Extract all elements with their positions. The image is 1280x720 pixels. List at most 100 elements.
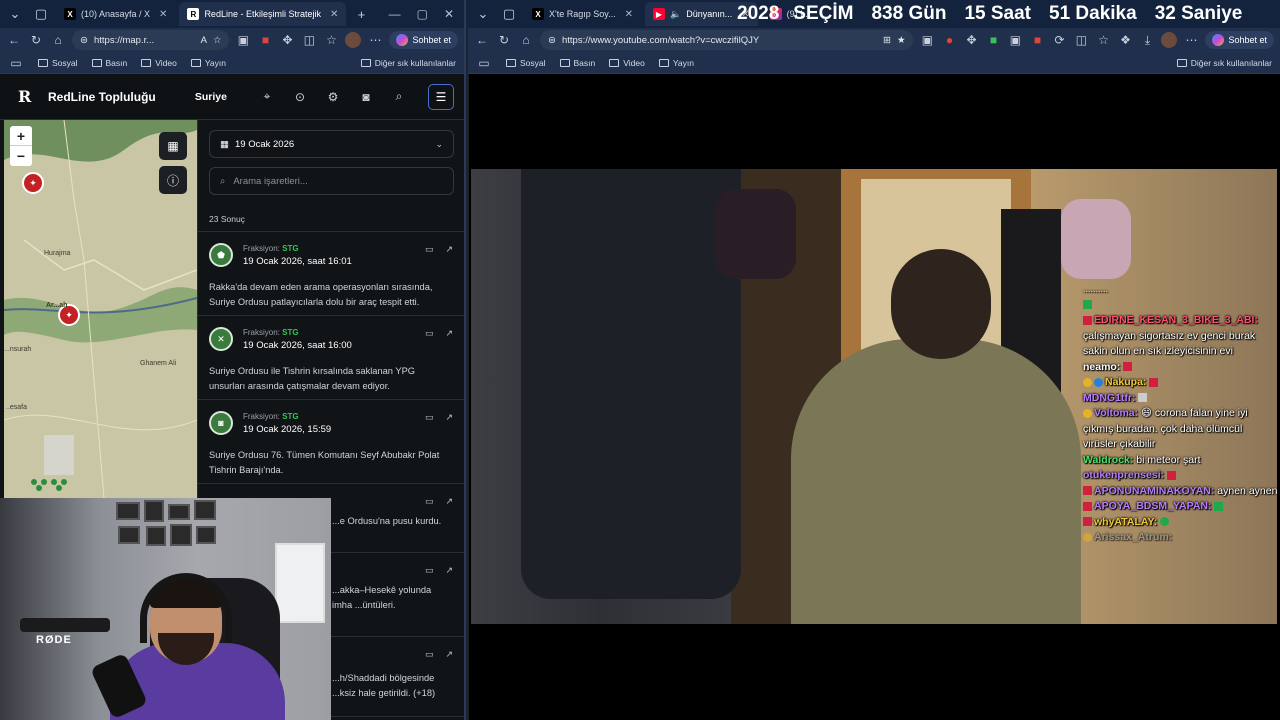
split-screen-icon[interactable]: ◫ [301,33,317,47]
close-tab-icon[interactable]: ✕ [330,9,338,20]
event-item[interactable]: ◙ Fraksiyon: STG 19 Ocak 2026, 15:59 ▭ ↗ … [198,400,464,484]
external-link-icon[interactable]: ↗ [445,496,453,507]
bookmark-sosyal[interactable]: Sosyal [506,58,546,68]
tab-list-icon[interactable]: ⌄ [4,6,26,22]
tab-list-icon[interactable]: ⌄ [472,6,494,22]
more-icon[interactable]: ⋯ [367,33,383,47]
tab-x-ragip[interactable]: X X'te Ragıp Soy... ✕ [524,2,641,26]
maximize-icon[interactable]: ▢ [417,7,428,21]
sidebar-toggle-icon[interactable]: ▭ [476,56,492,70]
map-layers-button[interactable]: ▦ [159,132,187,160]
bookmark-basin[interactable]: Basın [91,58,127,68]
close-tab-icon[interactable]: ✕ [159,9,167,20]
settings-gear-icon[interactable]: ⚙ [322,90,344,104]
extension-icon[interactable]: ▣ [919,33,935,47]
extension-icon[interactable]: ▣ [1007,33,1023,47]
back-icon[interactable]: ← [6,33,22,47]
reload-icon[interactable]: ↻ [28,33,44,47]
folder-icon [1176,58,1187,67]
tab-redline[interactable]: R RedLine - Etkileşimli Stratejik ✕ [179,2,347,26]
extension-grid-icon[interactable]: ✥ [963,33,979,47]
date-filter-dropdown[interactable]: ▦ 19 Ocak 2026 ⌄ [209,130,454,158]
home-icon[interactable]: ⌂ [50,33,66,47]
extension-red-icon[interactable]: ■ [1029,33,1045,47]
collections-icon[interactable]: ❖ [1117,33,1133,47]
reload-icon[interactable]: ↻ [496,33,512,47]
map-label: Ghanem Ali [140,360,177,367]
address-bar[interactable]: ⊜ https://map.r... A ☆ [72,30,230,50]
puzzle-icon[interactable]: ✥ [279,33,295,47]
split-screen-icon[interactable]: ◫ [1073,33,1089,47]
event-item[interactable]: ✕ Fraksiyon: STG 19 Ocak 2026, saat 16:0… [198,316,464,400]
downloads-icon[interactable]: ⤓ [1139,33,1155,48]
back-icon[interactable]: ← [474,33,490,47]
zoom-out-button[interactable]: − [10,146,32,166]
video-icon[interactable]: ▭ [425,565,434,576]
site-info-icon[interactable]: ⊜ [80,35,88,46]
bookmark-yayin[interactable]: Yayın [658,58,694,68]
close-window-icon[interactable]: ✕ [444,7,454,21]
video-icon[interactable]: ▭ [425,244,434,255]
copilot-chat-button[interactable]: Sohbet et [1205,31,1274,49]
country-selector[interactable]: Suriye [195,91,227,103]
menu-hamburger-button[interactable]: ☰ [428,83,454,110]
video-icon[interactable]: ▭ [425,328,434,339]
event-item[interactable]: ⬟ Fraksiyon: STG 19 Ocak 2026, saat 16:0… [198,232,464,316]
search-icon[interactable]: ⌕ [388,89,410,104]
app-logo[interactable]: R [18,87,40,106]
bookmark-basin[interactable]: Basın [559,58,595,68]
bookmark-sosyal[interactable]: Sosyal [38,58,78,68]
tab-x-home[interactable]: X (10) Anasayfa / X ✕ [56,2,175,26]
audio-playing-icon[interactable]: 🔈 [670,9,681,20]
favorite-star-icon[interactable]: ☆ [213,35,222,46]
site-info-icon[interactable]: ⊜ [548,35,556,46]
address-bar[interactable]: ⊜ https://www.youtube.com/watch?v=cwczif… [540,30,914,50]
video-icon[interactable]: ▭ [425,649,434,660]
map-marker-1[interactable]: ✦ [22,172,44,194]
close-tab-icon[interactable]: ✕ [625,9,633,20]
bookmark-other[interactable]: Diğer sık kullanılanlar [1176,58,1272,68]
bookmark-other[interactable]: Diğer sık kullanılanlar [360,58,456,68]
chat-message: Voltoma: 😄 corona falan yine iyi çıkmış … [1083,407,1248,450]
minimize-icon[interactable]: — [389,7,401,21]
sidebar-toggle-icon[interactable]: ▭ [8,56,24,70]
extension-green-icon[interactable]: ■ [985,33,1001,47]
profile-avatar[interactable] [345,32,362,48]
video-icon[interactable]: ▭ [425,496,434,507]
external-link-icon[interactable]: ↗ [445,565,453,576]
workspaces-icon[interactable]: ▢ [498,6,520,22]
favorites-icon[interactable]: ☆ [1095,33,1111,47]
workspaces-icon[interactable]: ▢ [30,6,52,22]
bookmark-video[interactable]: Video [141,58,177,68]
puzzle-icon[interactable]: ⟳ [1051,33,1067,47]
chat-message: Waldrock: bi meteor şart [1083,453,1201,466]
favorites-icon[interactable]: ☆ [323,33,339,47]
bookmark-yayin[interactable]: Yayın [190,58,226,68]
read-aloud-icon[interactable]: A [201,35,207,46]
new-tab-icon[interactable]: + [350,7,372,22]
map-info-button[interactable]: ⓘ [159,166,187,194]
camera-icon[interactable]: ◙ [355,90,377,104]
folder-icon [38,58,48,67]
home-icon[interactable]: ⌂ [518,33,534,47]
favorite-star-icon[interactable]: ★ [897,35,906,46]
extension-red-icon[interactable]: ● [941,33,957,47]
copilot-chat-button[interactable]: Sohbet et [389,31,458,49]
extension-red-icon[interactable]: ■ [257,33,273,47]
location-pin-icon[interactable]: ⊙ [289,90,311,104]
extension-icon[interactable]: ▣ [235,33,251,47]
zoom-in-button[interactable]: + [10,126,32,146]
external-link-icon[interactable]: ↗ [445,412,453,423]
video-icon[interactable]: ▭ [425,412,434,423]
more-icon[interactable]: ⋯ [1183,33,1199,47]
tag-icon[interactable]: ⌖ [256,89,278,104]
marker-search-input[interactable]: ⌕ Arama işaretleri... [209,167,454,195]
bookmark-video[interactable]: Video [609,58,645,68]
split-tab-icon[interactable]: ⊞ [883,35,891,46]
map-view[interactable]: + − ▦ ⓘ ✦ ✦ Hurajma Ar...ah Ghanem Ali .… [4,120,197,498]
mic-brand-logo: RØDE [36,634,72,646]
profile-avatar[interactable] [1161,32,1178,48]
external-link-icon[interactable]: ↗ [445,328,453,339]
external-link-icon[interactable]: ↗ [445,244,453,255]
external-link-icon[interactable]: ↗ [445,649,453,660]
